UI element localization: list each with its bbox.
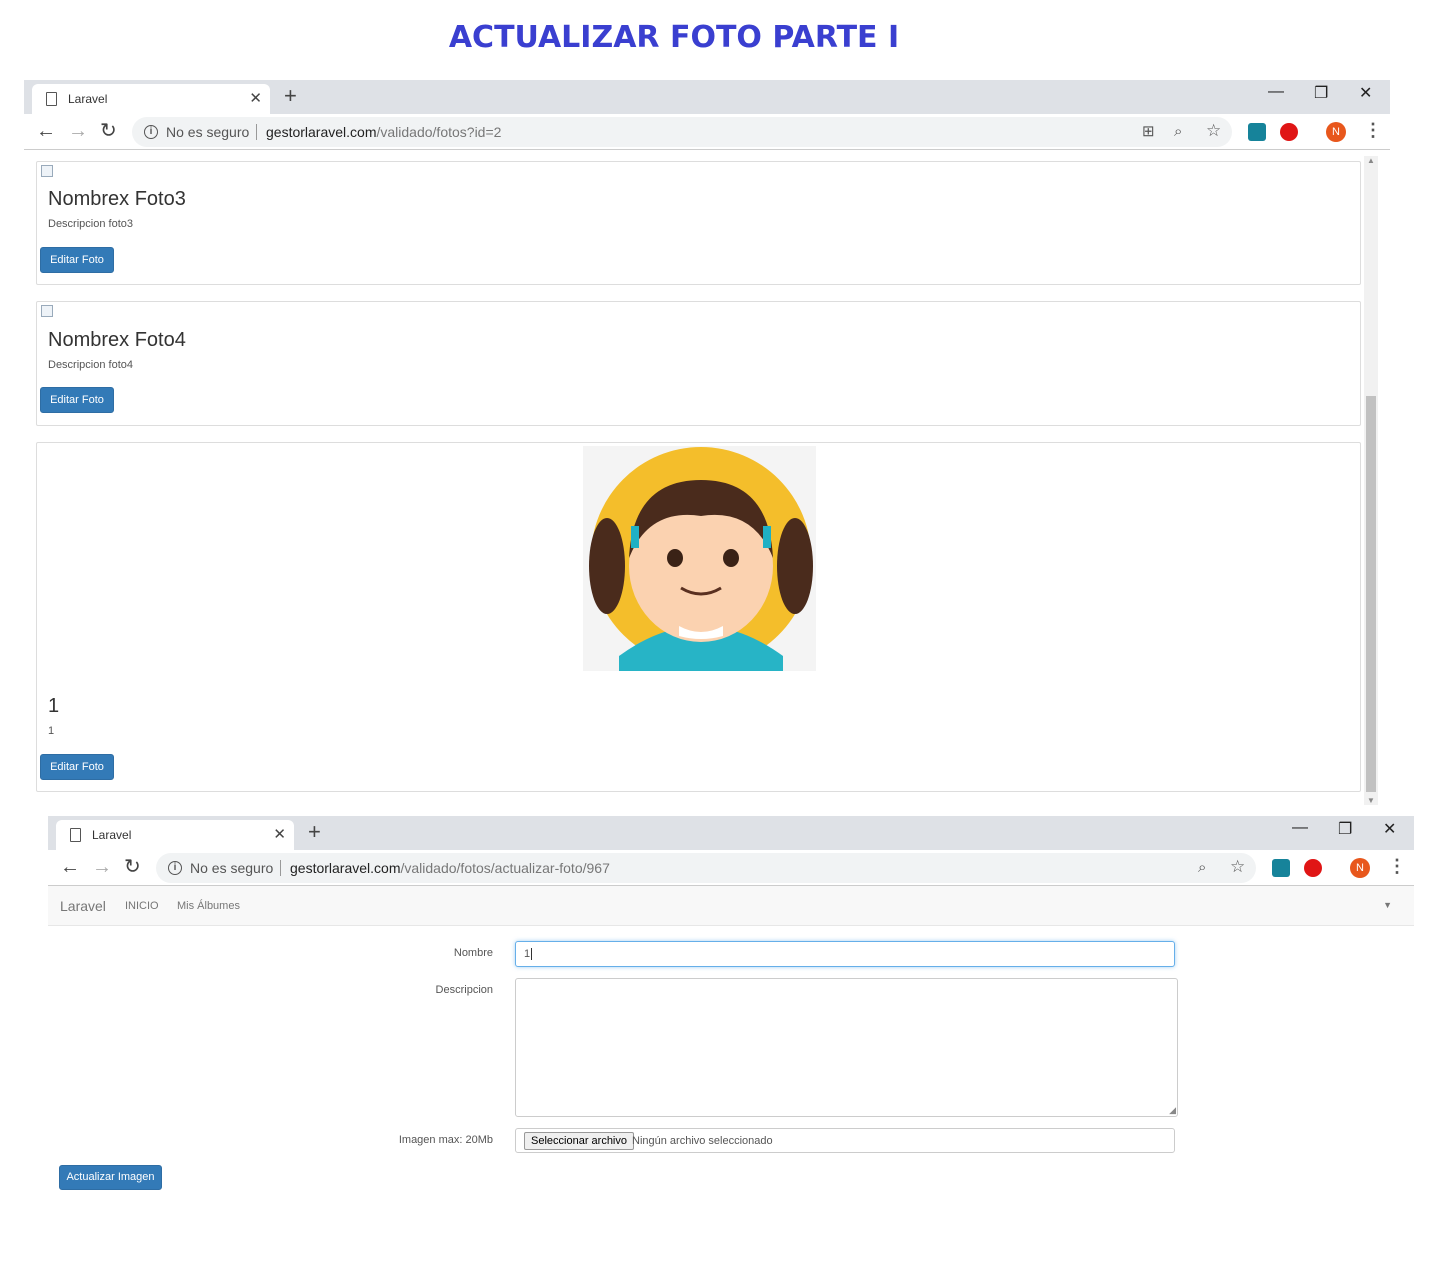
tab-title: Laravel [68, 92, 108, 106]
girl-avatar-image [589, 447, 813, 671]
edit-photo-button[interactable]: Editar Foto [40, 247, 114, 273]
tab-title: Laravel [92, 828, 132, 842]
text-cursor: ​ [531, 948, 533, 960]
close-tab-icon[interactable]: ✕ [273, 825, 286, 843]
reload-icon[interactable]: ↻ [100, 120, 117, 142]
menu-icon[interactable]: ⋮ [1388, 856, 1406, 877]
profile-avatar[interactable]: N [1350, 858, 1370, 878]
extension-icon[interactable] [1272, 859, 1290, 877]
page-icon [70, 828, 81, 842]
forward-icon[interactable]: → [92, 856, 112, 878]
photo-title: 1 [48, 695, 60, 717]
descripcion-label: Descripcion [435, 984, 493, 996]
zoom-icon[interactable]: ⌕ [1198, 860, 1206, 876]
extension-icon[interactable] [1248, 123, 1266, 141]
scrollbar[interactable]: ▲ ▼ [1364, 156, 1378, 805]
info-icon[interactable]: i [168, 861, 182, 875]
url-text[interactable]: gestorlaravel.com/validado/fotos/actuali… [290, 860, 610, 876]
back-icon[interactable]: ← [60, 856, 80, 878]
broken-image-icon [41, 165, 53, 177]
url-path: /validado/fotos?id=2 [376, 124, 502, 140]
restore-icon[interactable]: ❐ [1314, 83, 1328, 103]
bookmark-star-icon[interactable]: ☆ [1230, 858, 1245, 875]
page-content: Nombrex Foto3 Descripcion foto3 Editar F… [24, 150, 1390, 805]
zoom-icon[interactable]: ⌕ [1174, 124, 1182, 140]
bookmark-star-icon[interactable]: ☆ [1206, 122, 1221, 139]
scrollbar-thumb[interactable] [1366, 396, 1376, 792]
edit-photo-button[interactable]: Editar Foto [40, 387, 114, 413]
page-title: ACTUALIZAR FOTO PARTE I [448, 20, 900, 55]
dropdown-caret-icon[interactable]: ▼ [1383, 900, 1392, 910]
browser-toolbar: ← → ↻ i No es seguro gestorlaravel.com/v… [24, 114, 1390, 150]
divider [280, 860, 281, 876]
menu-icon[interactable]: ⋮ [1364, 120, 1382, 141]
file-input[interactable]: Seleccionar archivo Ningún archivo selec… [515, 1128, 1175, 1153]
photo-title: Nombrex Foto3 [48, 188, 186, 210]
nombre-input[interactable]: 1​ [515, 941, 1175, 967]
new-tab-icon[interactable]: + [308, 820, 321, 844]
page-icon [46, 92, 57, 106]
scroll-down-icon[interactable]: ▼ [1367, 796, 1375, 805]
photo-description: 1 [48, 725, 55, 737]
close-window-icon[interactable]: ✕ [1359, 83, 1372, 103]
photo-title: Nombrex Foto4 [48, 329, 186, 351]
security-indicator[interactable]: No es seguro [166, 124, 249, 140]
app-navbar: Laravel INICIO Mis Álbumes ▼ [48, 886, 1414, 926]
url-host: gestorlaravel.com [290, 860, 401, 876]
resize-handle-icon[interactable]: ◢ [1169, 1105, 1176, 1116]
tab-strip: Laravel ✕ + — ❐ ✕ [24, 80, 1390, 114]
forward-icon[interactable]: → [68, 120, 88, 142]
security-indicator[interactable]: No es seguro [190, 860, 273, 876]
translate-icon[interactable]: ⊞ [1142, 124, 1155, 140]
photo-card: 1 1 Editar Foto [36, 442, 1361, 792]
descripcion-textarea[interactable]: ◢ [515, 978, 1178, 1117]
broken-image-icon [41, 305, 53, 317]
imagen-label: Imagen max: 20Mb [398, 1134, 493, 1146]
address-bar[interactable]: i No es seguro gestorlaravel.com/validad… [132, 117, 1232, 147]
minimize-icon[interactable]: — [1268, 83, 1284, 101]
photo-description: Descripcion foto4 [48, 359, 133, 371]
profile-avatar[interactable]: N [1326, 122, 1346, 142]
divider [256, 124, 257, 140]
nav-link-inicio[interactable]: INICIO [125, 900, 159, 912]
info-icon[interactable]: i [144, 125, 158, 139]
browser-window-edit: Laravel ✕ + — ❐ ✕ ← → ↻ i No es seguro g… [48, 816, 1414, 1236]
adblock-extension-icon[interactable] [1280, 123, 1298, 141]
minimize-icon[interactable]: — [1292, 819, 1308, 837]
navbar-brand[interactable]: Laravel [60, 898, 106, 914]
address-bar[interactable]: i No es seguro gestorlaravel.com/validad… [156, 853, 1256, 883]
browser-window-list: Laravel ✕ + — ❐ ✕ ← → ↻ i No es seguro g… [24, 80, 1390, 805]
adblock-extension-icon[interactable] [1304, 859, 1322, 877]
close-tab-icon[interactable]: ✕ [249, 89, 262, 107]
file-status: Ningún archivo seleccionado [632, 1135, 773, 1147]
nombre-label: Nombre [453, 947, 493, 959]
edit-photo-button[interactable]: Editar Foto [40, 754, 114, 780]
nav-link-mis-albumes[interactable]: Mis Álbumes [177, 900, 240, 912]
tab-strip: Laravel ✕ + — ❐ ✕ [48, 816, 1414, 850]
scroll-up-icon[interactable]: ▲ [1367, 156, 1375, 165]
browser-toolbar: ← → ↻ i No es seguro gestorlaravel.com/v… [48, 850, 1414, 886]
photo-image [583, 446, 816, 671]
photo-card: Nombrex Foto3 Descripcion foto3 Editar F… [36, 161, 1361, 285]
nombre-value: 1 [524, 948, 531, 960]
select-file-button[interactable]: Seleccionar archivo [524, 1132, 634, 1150]
restore-icon[interactable]: ❐ [1338, 819, 1352, 839]
photo-description: Descripcion foto3 [48, 218, 133, 230]
url-host: gestorlaravel.com [266, 124, 377, 140]
browser-tab[interactable]: Laravel ✕ [32, 84, 270, 114]
url-path: /validado/fotos/actualizar-foto/967 [400, 860, 610, 876]
photo-card: Nombrex Foto4 Descripcion foto4 Editar F… [36, 301, 1361, 426]
update-image-button[interactable]: Actualizar Imagen [59, 1165, 162, 1190]
new-tab-icon[interactable]: + [284, 84, 297, 108]
browser-tab[interactable]: Laravel ✕ [56, 820, 294, 850]
back-icon[interactable]: ← [36, 120, 56, 142]
close-window-icon[interactable]: ✕ [1383, 819, 1396, 839]
url-text[interactable]: gestorlaravel.com/validado/fotos?id=2 [266, 124, 501, 140]
reload-icon[interactable]: ↻ [124, 856, 141, 878]
